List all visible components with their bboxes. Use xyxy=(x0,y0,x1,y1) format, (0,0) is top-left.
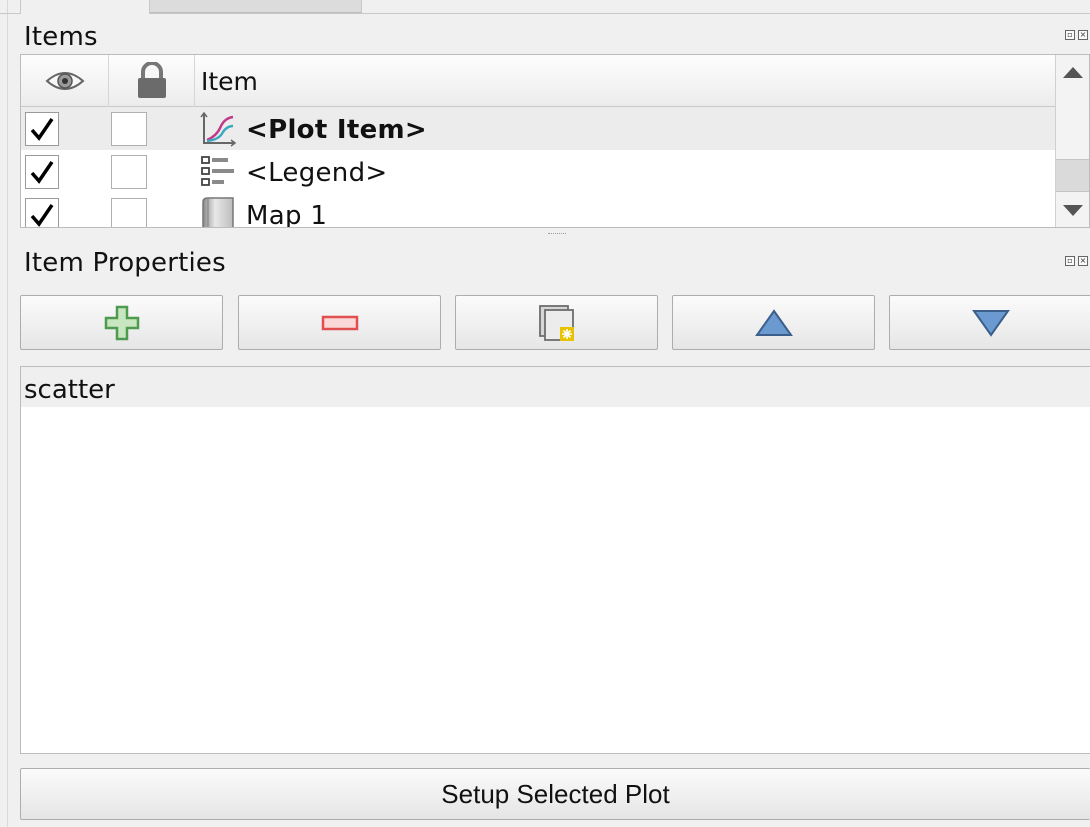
checkmark-icon xyxy=(30,161,54,184)
plot-item-icon xyxy=(200,111,237,147)
tab-active[interactable] xyxy=(20,0,150,14)
eye-icon xyxy=(44,72,85,90)
lock-checkbox[interactable] xyxy=(111,155,147,189)
column-item[interactable]: Item xyxy=(195,55,1057,107)
float-icon[interactable]: ▫ xyxy=(1065,30,1075,40)
move-down-icon xyxy=(971,309,1010,337)
items-table: Item <Plot Item> <Legend> Map 1 xyxy=(20,54,1090,228)
close-icon[interactable]: × xyxy=(1078,256,1088,266)
map-icon xyxy=(202,197,234,227)
tab-bar xyxy=(0,0,1090,14)
legend-icon xyxy=(201,156,234,186)
add-button[interactable] xyxy=(20,295,223,350)
plot-layout-panel: Items ▫ × Item <Plot Item> <Legend> Map … xyxy=(0,0,1090,827)
table-row[interactable]: <Plot Item> xyxy=(21,107,1057,150)
close-icon[interactable]: × xyxy=(1078,30,1088,40)
lock-icon xyxy=(137,62,166,98)
dock-left-edge xyxy=(0,0,8,827)
move-up-icon xyxy=(754,308,793,336)
item-label: <Legend> xyxy=(246,158,388,188)
tab-inactive[interactable] xyxy=(150,0,362,13)
scroll-down-icon[interactable] xyxy=(1063,205,1083,216)
visible-checkbox[interactable] xyxy=(25,198,59,227)
items-panel-title: Items xyxy=(24,22,98,52)
items-scrollbar[interactable] xyxy=(1055,55,1089,227)
table-row[interactable]: <Legend> xyxy=(21,150,1057,193)
splitter-handle[interactable] xyxy=(548,233,566,236)
checkmark-icon xyxy=(30,118,54,141)
remove-icon xyxy=(321,315,358,330)
setup-selected-plot-button[interactable]: Setup Selected Plot xyxy=(20,768,1090,820)
items-dock-buttons: ▫ × xyxy=(1065,30,1088,40)
add-icon xyxy=(104,305,139,340)
item-label: <Plot Item> xyxy=(246,115,428,145)
scroll-up-icon[interactable] xyxy=(1063,67,1083,78)
item-label: Map 1 xyxy=(246,201,328,228)
visible-checkbox[interactable] xyxy=(25,112,59,146)
checkmark-icon xyxy=(30,204,54,227)
remove-button[interactable] xyxy=(238,295,441,350)
float-icon[interactable]: ▫ xyxy=(1065,256,1075,266)
visible-checkbox[interactable] xyxy=(25,155,59,189)
properties-list[interactable]: scatter xyxy=(20,366,1090,754)
move-down-button[interactable] xyxy=(889,295,1090,350)
column-locked[interactable] xyxy=(109,55,195,107)
table-row[interactable]: Map 1 xyxy=(21,193,1057,228)
lock-checkbox[interactable] xyxy=(111,112,147,146)
duplicate-icon xyxy=(538,304,574,341)
duplicate-button[interactable] xyxy=(455,295,658,350)
move-up-button[interactable] xyxy=(672,295,875,350)
properties-dock-buttons: ▫ × xyxy=(1065,256,1088,266)
table-header: Item xyxy=(21,55,1057,107)
scroll-thumb[interactable] xyxy=(1056,159,1089,192)
column-visible[interactable] xyxy=(21,55,109,107)
properties-panel-title: Item Properties xyxy=(24,248,226,278)
lock-checkbox[interactable] xyxy=(111,198,147,227)
list-item[interactable]: scatter xyxy=(21,367,1090,407)
